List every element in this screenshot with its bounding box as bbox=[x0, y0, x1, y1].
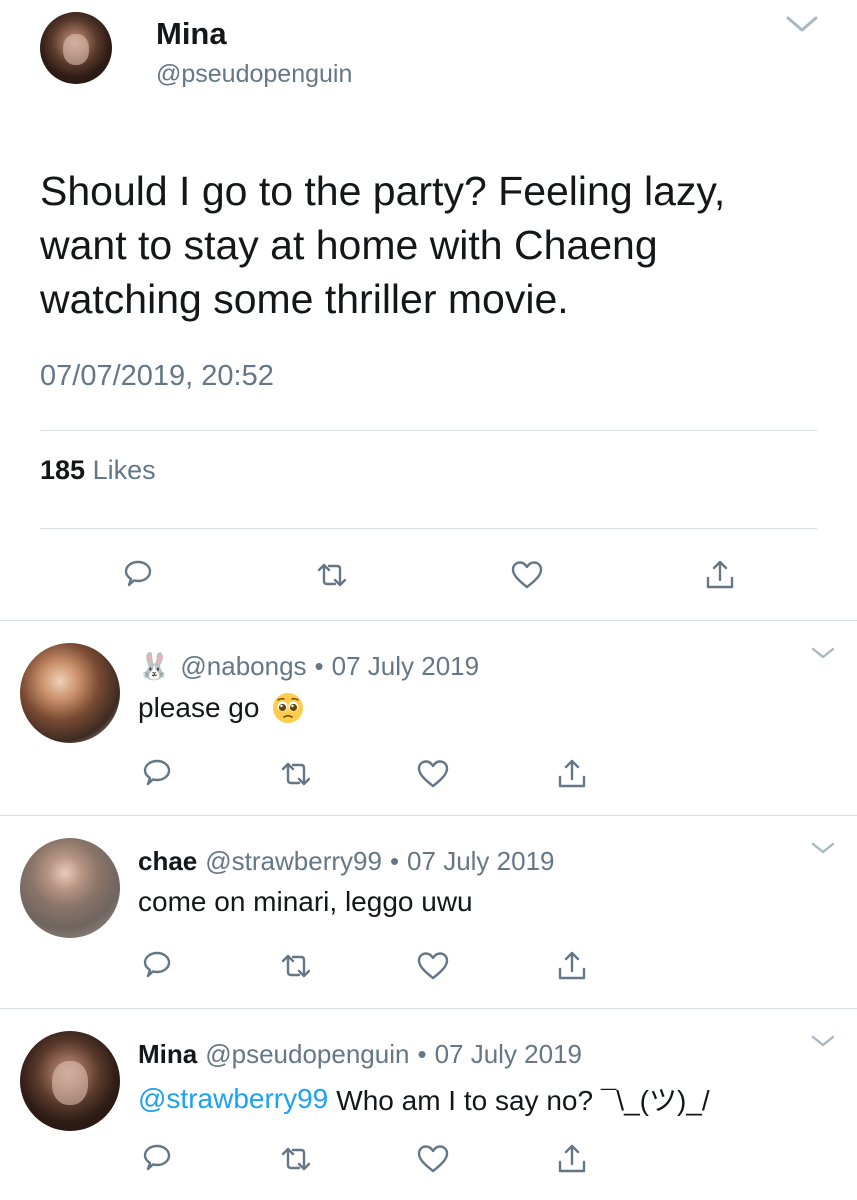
likes-count: 185 bbox=[40, 455, 86, 485]
retweet-button[interactable] bbox=[276, 946, 316, 986]
retweet-icon bbox=[317, 563, 347, 587]
heart-icon bbox=[417, 1145, 449, 1173]
tweet-timestamp[interactable]: 07/07/2019, 20:52 bbox=[40, 360, 274, 393]
avatar[interactable] bbox=[20, 838, 120, 938]
reply-display-name[interactable]: Mina bbox=[138, 1039, 197, 1070]
reply-date[interactable]: 07 July 2019 bbox=[435, 1039, 582, 1070]
retweet-button[interactable] bbox=[276, 1139, 316, 1179]
reply-body: Who am I to say no? ¯\_(ツ)_/ bbox=[336, 1085, 710, 1116]
divider bbox=[40, 430, 817, 431]
separator-dot: • bbox=[417, 1039, 427, 1069]
share-button[interactable] bbox=[552, 946, 592, 986]
reply-text: please go bbox=[138, 691, 305, 725]
reply-body: please go bbox=[138, 692, 260, 723]
avatar[interactable] bbox=[20, 643, 120, 743]
reply-button[interactable] bbox=[137, 946, 177, 986]
share-button[interactable] bbox=[552, 1139, 592, 1179]
heart-icon bbox=[417, 760, 449, 788]
retweet-icon bbox=[281, 954, 311, 978]
reply-text: @strawberry99 Who am I to say no? ¯\_(ツ)… bbox=[138, 1079, 710, 1119]
share-button[interactable] bbox=[700, 555, 740, 595]
avatar[interactable] bbox=[20, 1031, 120, 1131]
reply-button[interactable] bbox=[137, 754, 177, 794]
reply-icon bbox=[143, 759, 171, 786]
chevron-down-icon[interactable] bbox=[810, 1033, 836, 1049]
user-handle[interactable]: @pseudopenguin bbox=[156, 60, 352, 89]
likes-row[interactable]: 185 Likes bbox=[40, 455, 156, 486]
retweet-button[interactable] bbox=[276, 754, 316, 794]
reply-tweet: 🐰 @nabongs • 07 July 2019 please go bbox=[0, 621, 857, 815]
reply-tweet: Mina @pseudopenguin • 07 July 2019 @stra… bbox=[0, 1009, 857, 1200]
rabbit-emoji: 🐰 bbox=[138, 651, 171, 681]
likes-label: Likes bbox=[92, 455, 156, 485]
chevron-down-icon[interactable] bbox=[810, 840, 836, 856]
reply-header: chae @strawberry99 • 07 July 2019 bbox=[138, 846, 555, 877]
like-button[interactable] bbox=[413, 946, 453, 986]
reply-date[interactable]: 07 July 2019 bbox=[332, 651, 479, 682]
user-handle[interactable]: @pseudopenguin bbox=[205, 1039, 409, 1070]
share-icon bbox=[706, 560, 734, 589]
reply-text: come on minari, leggo uwu bbox=[138, 886, 473, 918]
pleading-face-icon bbox=[273, 693, 304, 723]
tweet-text: Should I go to the party? Feeling lazy, … bbox=[40, 168, 726, 322]
reply-date[interactable]: 07 July 2019 bbox=[407, 846, 554, 877]
retweet-button[interactable] bbox=[312, 555, 352, 595]
reply-button[interactable] bbox=[118, 555, 158, 595]
heart-icon bbox=[511, 561, 543, 589]
share-icon bbox=[558, 1144, 586, 1173]
separator-dot: • bbox=[389, 846, 400, 876]
reply-tweet: chae @strawberry99 • 07 July 2019 come o… bbox=[0, 816, 857, 1010]
reply-header: Mina @pseudopenguin • 07 July 2019 bbox=[138, 1039, 582, 1070]
main-tweet: Mina @pseudopenguin Should I go to the p… bbox=[0, 0, 857, 620]
share-icon bbox=[558, 951, 586, 980]
retweet-icon bbox=[281, 762, 311, 786]
reply-icon bbox=[143, 1144, 171, 1171]
reply-header: 🐰 @nabongs • 07 July 2019 bbox=[138, 651, 479, 682]
display-name[interactable]: Mina bbox=[156, 16, 227, 52]
reply-icon bbox=[143, 951, 171, 978]
like-button[interactable] bbox=[413, 1139, 453, 1179]
share-icon bbox=[558, 759, 586, 788]
heart-icon bbox=[417, 952, 449, 980]
like-button[interactable] bbox=[507, 555, 547, 595]
share-button[interactable] bbox=[552, 754, 592, 794]
chevron-down-icon[interactable] bbox=[810, 645, 836, 661]
retweet-icon bbox=[281, 1147, 311, 1171]
reply-button[interactable] bbox=[137, 1139, 177, 1179]
user-handle[interactable]: @nabongs bbox=[180, 651, 306, 682]
like-button[interactable] bbox=[413, 754, 453, 794]
mention-link[interactable]: @strawberry99 bbox=[138, 1083, 328, 1115]
avatar[interactable] bbox=[40, 12, 112, 84]
reply-display-name[interactable]: chae bbox=[138, 846, 197, 877]
user-handle[interactable]: @strawberry99 bbox=[205, 846, 382, 877]
divider bbox=[40, 528, 817, 529]
reply-body: come on minari, leggo uwu bbox=[138, 886, 473, 917]
chevron-down-icon[interactable] bbox=[784, 12, 820, 36]
reply-icon bbox=[124, 560, 152, 587]
separator-dot: • bbox=[314, 651, 324, 681]
